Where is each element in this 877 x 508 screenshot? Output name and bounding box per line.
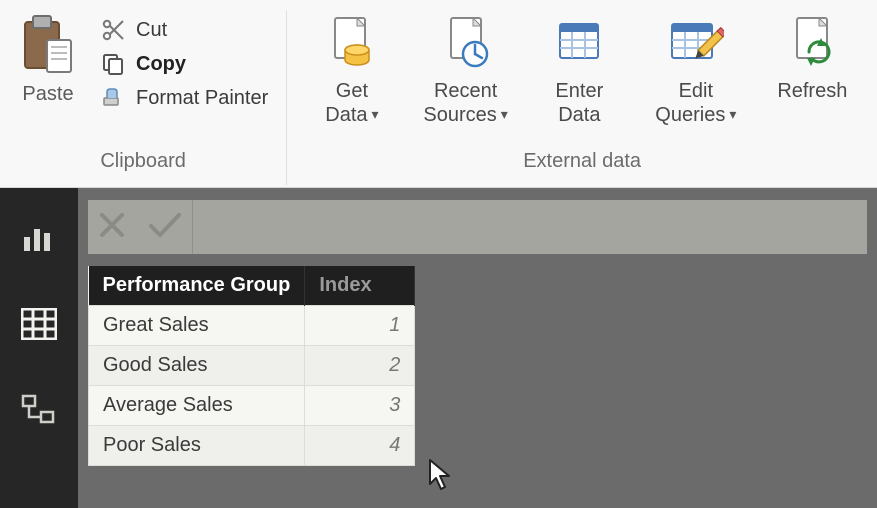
- ribbon-group-external-data: Get Data ▾ Recent Sources ▾: [287, 10, 877, 185]
- external-data-group-label: External data: [523, 150, 641, 179]
- view-navigation: [0, 188, 78, 508]
- recent-sources-button[interactable]: Recent Sources ▾: [413, 10, 517, 127]
- column-header-index[interactable]: Index: [305, 266, 415, 306]
- cut-label: Cut: [136, 19, 167, 42]
- formula-cancel-button[interactable]: [98, 211, 126, 244]
- ribbon-group-clipboard: Paste Cut: [0, 10, 287, 185]
- cell-group[interactable]: Good Sales: [89, 346, 305, 386]
- cell-index[interactable]: 1: [305, 306, 415, 346]
- cell-index[interactable]: 2: [305, 346, 415, 386]
- get-data-label-2: Data: [325, 104, 367, 126]
- recent-sources-label-2: Sources: [423, 104, 496, 126]
- table-row[interactable]: Poor Sales 4: [89, 426, 415, 466]
- refresh-icon: [787, 14, 837, 77]
- table-row[interactable]: Great Sales 1: [89, 306, 415, 346]
- format-painter-button[interactable]: Format Painter: [92, 84, 276, 112]
- cell-group[interactable]: Poor Sales: [89, 426, 305, 466]
- refresh-label: Refresh: [777, 79, 847, 103]
- chevron-down-icon: ▾: [372, 106, 379, 122]
- enter-data-label-1: Enter: [555, 80, 603, 102]
- edit-queries-button[interactable]: Edit Queries▾: [641, 10, 751, 127]
- clipboard-stack: Cut Copy: [92, 10, 276, 112]
- format-painter-icon: [100, 86, 126, 110]
- copy-label: Copy: [136, 53, 186, 76]
- table-row[interactable]: Average Sales 3: [89, 386, 415, 426]
- clipboard-group-label: Clipboard: [100, 150, 186, 179]
- enter-data-icon: [554, 14, 604, 77]
- cut-button[interactable]: Cut: [92, 16, 276, 44]
- model-view-button[interactable]: [19, 390, 59, 430]
- ribbon: Paste Cut: [0, 0, 877, 188]
- table-row[interactable]: Good Sales 2: [89, 346, 415, 386]
- formula-input[interactable]: [192, 200, 867, 254]
- chevron-down-icon: ▾: [729, 106, 736, 122]
- recent-sources-icon: [441, 14, 491, 77]
- column-header-performance-group[interactable]: Performance Group: [89, 266, 305, 306]
- refresh-button[interactable]: Refresh: [765, 10, 860, 103]
- get-data-label-1: Get: [336, 80, 368, 102]
- cell-index[interactable]: 3: [305, 386, 415, 426]
- data-view-button[interactable]: [19, 304, 59, 344]
- formula-commit-button[interactable]: [148, 211, 182, 244]
- format-painter-label: Format Painter: [136, 87, 268, 110]
- formula-controls: [88, 200, 192, 254]
- paste-button[interactable]: Paste: [10, 10, 86, 106]
- data-table[interactable]: Performance Group Index Great Sales 1 Go…: [88, 266, 415, 466]
- edit-queries-label-1: Edit: [679, 80, 713, 102]
- copy-icon: [100, 52, 126, 76]
- enter-data-label-2: Data: [558, 104, 600, 126]
- enter-data-button[interactable]: Enter Data: [532, 10, 627, 127]
- paste-icon: [21, 14, 75, 81]
- paste-label: Paste: [22, 83, 73, 106]
- report-view-button[interactable]: [19, 218, 59, 258]
- copy-button[interactable]: Copy: [92, 50, 276, 78]
- get-data-button[interactable]: Get Data ▾: [304, 10, 399, 127]
- get-data-icon: [327, 14, 377, 77]
- cell-index[interactable]: 4: [305, 426, 415, 466]
- cell-group[interactable]: Great Sales: [89, 306, 305, 346]
- formula-bar: [78, 188, 877, 266]
- scissors-icon: [100, 18, 126, 42]
- table-header-row: Performance Group Index: [89, 266, 415, 306]
- edit-queries-label-2: Queries: [655, 104, 725, 126]
- data-canvas: Performance Group Index Great Sales 1 Go…: [78, 266, 877, 508]
- edit-queries-icon: [668, 14, 724, 77]
- recent-sources-label-1: Recent: [434, 80, 497, 102]
- cell-group[interactable]: Average Sales: [89, 386, 305, 426]
- chevron-down-icon: ▾: [501, 106, 508, 122]
